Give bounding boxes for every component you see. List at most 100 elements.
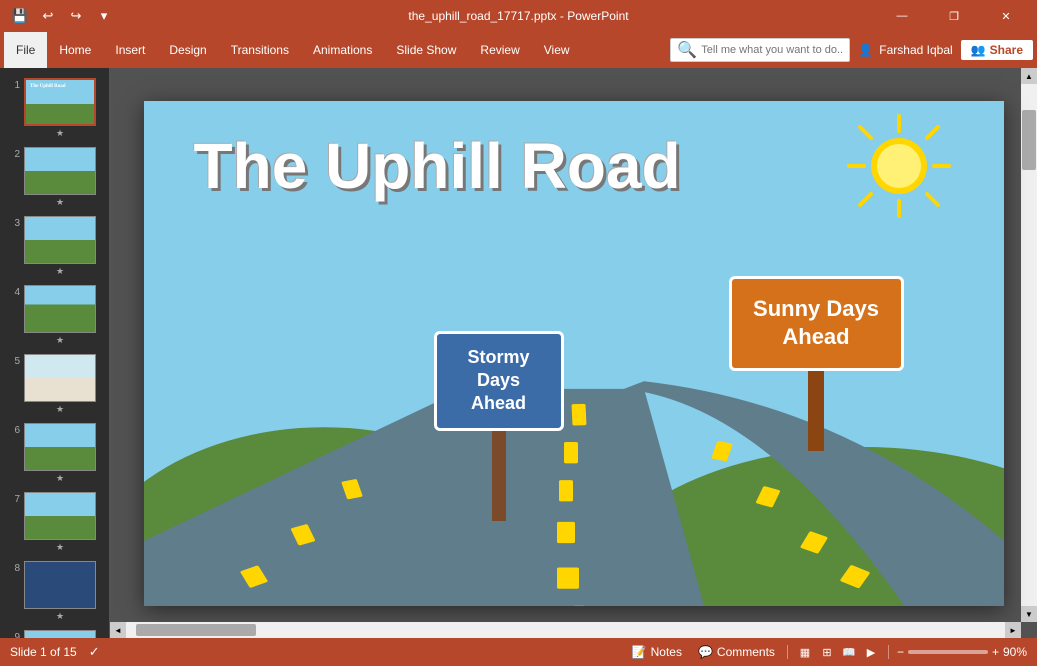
slide-thumb-4[interactable]: 4 ★ — [4, 283, 105, 348]
thumb-img-1: The Uphill Road — [24, 78, 96, 126]
scroll-down-button[interactable]: ▼ — [1021, 606, 1037, 622]
redo-icon[interactable]: ↪ — [64, 4, 88, 28]
thumb-container-9: ★ — [24, 630, 96, 638]
comments-label: Comments — [717, 645, 775, 659]
thumb-img-5 — [24, 354, 96, 402]
slide-thumb-1[interactable]: 1 The Uphill Road ★ — [4, 76, 105, 141]
close-button[interactable]: ✕ — [983, 0, 1029, 32]
sign-board-stormy: Stormy DaysAhead — [434, 331, 564, 431]
tab-insert[interactable]: Insert — [103, 32, 157, 68]
slide-thumb-8[interactable]: 8 ★ — [4, 559, 105, 624]
tab-design[interactable]: Design — [157, 32, 218, 68]
tab-file[interactable]: File — [4, 32, 47, 68]
slide-num-4: 4 — [6, 287, 20, 298]
tab-animations[interactable]: Animations — [301, 32, 384, 68]
minimize-button[interactable]: — — [879, 0, 925, 32]
canvas-area: ▲ ▼ — [110, 68, 1037, 638]
scroll-thumb[interactable] — [1022, 110, 1036, 170]
sign-board-sunny: Sunny DaysAhead — [729, 276, 904, 371]
reading-view-icon[interactable]: 📖 — [840, 643, 858, 661]
star-icon-2: ★ — [56, 197, 64, 208]
horizontal-scrollbar[interactable]: ◄ ► — [110, 622, 1021, 638]
status-separator-1 — [787, 645, 788, 659]
star-icon-7: ★ — [56, 542, 64, 553]
thumb-img-8 — [24, 561, 96, 609]
tab-slideshow[interactable]: Slide Show — [384, 32, 468, 68]
share-button[interactable]: 👥 Share — [961, 40, 1033, 60]
tab-transitions[interactable]: Transitions — [219, 32, 301, 68]
slide-panel[interactable]: 1 The Uphill Road ★ 2 ★ 3 ★ 4 — [0, 68, 110, 638]
thumb-container-4: ★ — [24, 285, 96, 346]
star-icon-3: ★ — [56, 266, 64, 277]
title-bar: 💾 ↩ ↪ ▾ the_uphill_road_17717.pptx - Pow… — [0, 0, 1037, 32]
ribbon-search: 🔍 👤 Farshad Iqbal 👥 Share — [670, 38, 1033, 62]
quick-access: 💾 ↩ ↪ ▾ — [8, 4, 116, 28]
slide-num-7: 7 — [6, 494, 20, 505]
vertical-scrollbar[interactable]: ▲ ▼ — [1021, 68, 1037, 622]
comments-icon: 💬 — [698, 645, 713, 659]
notes-label: Notes — [651, 645, 682, 659]
slide-thumb-5[interactable]: 5 ★ — [4, 352, 105, 417]
restore-button[interactable]: ❐ — [931, 0, 977, 32]
user-name: Farshad Iqbal — [879, 43, 952, 57]
zoom-slider[interactable] — [908, 650, 988, 654]
slide-num-1: 1 — [6, 80, 20, 91]
slide-num-2: 2 — [6, 149, 20, 160]
share-icon: 👥 — [971, 43, 986, 57]
scroll-up-button[interactable]: ▲ — [1021, 68, 1037, 84]
tab-review[interactable]: Review — [468, 32, 531, 68]
window-title: the_uphill_road_17717.pptx - PowerPoint — [408, 9, 628, 23]
sign-pole-stormy — [492, 431, 506, 521]
slide-num-5: 5 — [6, 356, 20, 367]
status-left: Slide 1 of 15 ✓ — [10, 644, 100, 660]
star-icon-5: ★ — [56, 404, 64, 415]
search-box[interactable]: 🔍 — [670, 38, 850, 62]
search-icon: 🔍 — [677, 40, 697, 60]
thumb-container-1: The Uphill Road ★ — [24, 78, 96, 139]
h-scroll-thumb[interactable] — [136, 624, 256, 636]
thumb-img-3 — [24, 216, 96, 264]
normal-view-icon[interactable]: ▦ — [796, 643, 814, 661]
slide-num-6: 6 — [6, 425, 20, 436]
user-icon: 👤 — [858, 43, 873, 57]
slide-num-3: 3 — [6, 218, 20, 229]
share-label: Share — [990, 43, 1023, 57]
zoom-controls: − + 90% — [897, 645, 1027, 659]
customize-qa-icon[interactable]: ▾ — [92, 4, 116, 28]
comments-button[interactable]: 💬 Comments — [694, 643, 779, 661]
scroll-left-button[interactable]: ◄ — [110, 622, 126, 638]
slideshow-view-icon[interactable]: ▶ — [862, 643, 880, 661]
slide-count: Slide 1 of 15 — [10, 645, 77, 659]
star-icon-1: ★ — [56, 128, 64, 139]
slide-thumb-7[interactable]: 7 ★ — [4, 490, 105, 555]
notes-icon: 📝 — [632, 645, 647, 659]
sun-svg — [844, 111, 954, 221]
thumb-container-6: ★ — [24, 423, 96, 484]
slide-num-8: 8 — [6, 563, 20, 574]
slide-thumb-3[interactable]: 3 ★ — [4, 214, 105, 279]
notes-button[interactable]: 📝 Notes — [628, 643, 686, 661]
scroll-right-button[interactable]: ► — [1005, 622, 1021, 638]
save-icon[interactable]: 💾 — [8, 4, 32, 28]
slide-title: The Uphill Road — [194, 131, 681, 201]
tab-view[interactable]: View — [532, 32, 582, 68]
star-icon-6: ★ — [56, 473, 64, 484]
zoom-out-icon[interactable]: − — [897, 645, 904, 659]
zoom-in-icon[interactable]: + — [992, 645, 999, 659]
slide-thumb-9[interactable]: 9 ★ — [4, 628, 105, 638]
tab-home[interactable]: Home — [47, 32, 103, 68]
main-area: 1 The Uphill Road ★ 2 ★ 3 ★ 4 — [0, 68, 1037, 638]
slide-sorter-icon[interactable]: ⊞ — [818, 643, 836, 661]
undo-icon[interactable]: ↩ — [36, 4, 60, 28]
sign-post-sunny: Sunny DaysAhead — [729, 276, 904, 451]
scroll-track — [1021, 84, 1037, 606]
ribbon: File Home Insert Design Transitions Anim… — [0, 32, 1037, 68]
slide-canvas: The Uphill Road Stormy DaysAhead Sunny D… — [144, 101, 1004, 606]
sun — [844, 111, 944, 211]
slide-thumb-2[interactable]: 2 ★ — [4, 145, 105, 210]
search-input[interactable] — [701, 44, 843, 56]
slide-thumb-6[interactable]: 6 ★ — [4, 421, 105, 486]
thumb-img-7 — [24, 492, 96, 540]
status-bar: Slide 1 of 15 ✓ 📝 Notes 💬 Comments ▦ ⊞ 📖… — [0, 638, 1037, 666]
user-info[interactable]: 👤 Farshad Iqbal — [858, 43, 952, 57]
